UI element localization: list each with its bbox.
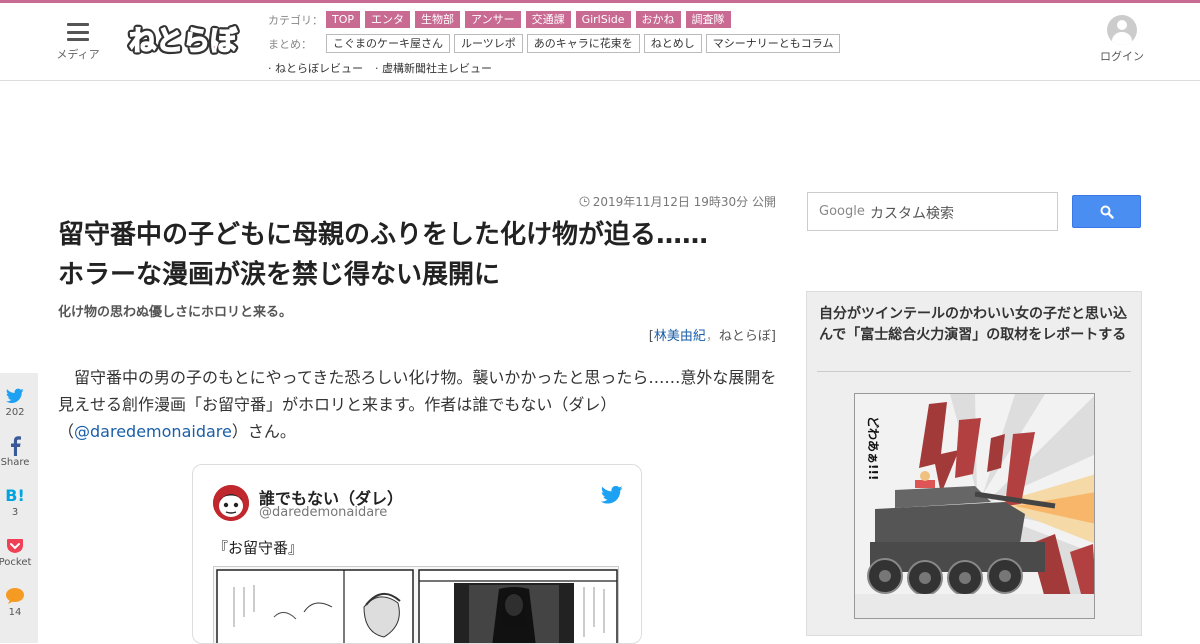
share-facebook[interactable]: Share — [0, 436, 38, 469]
share-hatena-count: 3 — [11, 507, 19, 518]
matome-machinery[interactable]: マシーナリーともコラム — [705, 34, 841, 53]
byline-separator: ， — [705, 329, 719, 344]
matome-row: まとめ： こぐまのケーキ屋さん ルーツレポ あのキャラに花束を ねとめし マシー… — [268, 33, 1068, 54]
manga-sfx-text: どわあぁ!!! — [866, 416, 880, 480]
author-twitter-link[interactable]: @daredemonaidare — [74, 422, 232, 441]
user-avatar-icon — [1107, 15, 1137, 45]
tweet-author-handle[interactable]: @daredemonaidare — [259, 505, 387, 520]
share-pocket-label: Pocket — [0, 557, 32, 568]
menu-button[interactable]: メディア — [55, 21, 101, 65]
tweet-text: 『お留守番』 — [213, 539, 304, 557]
hamburger-icon — [67, 23, 89, 41]
login-button[interactable]: ログイン — [1096, 15, 1148, 64]
sidebar-divider — [817, 371, 1131, 372]
share-twitter-count: 202 — [5, 407, 25, 418]
share-twitter[interactable]: 202 — [0, 386, 38, 419]
search-placeholder: カスタム検索 — [870, 206, 954, 222]
share-comments[interactable]: 14 — [0, 586, 38, 619]
matome-label: まとめ： — [268, 37, 312, 51]
tweet-manga-image[interactable] — [213, 566, 619, 643]
category-seibutsubu[interactable]: 生物部 — [415, 11, 461, 28]
matome-netomeshi[interactable]: ねとめし — [643, 34, 702, 53]
site-header: メディア ねとらぼ ねとらぼ カテゴリ： TOP エンタ 生物部 アンサー 交通… — [0, 3, 1200, 81]
twitter-icon — [6, 388, 24, 403]
tank-manga-graphic: どわあぁ!!! — [855, 394, 1094, 618]
tweet-avatar-graphic — [213, 485, 249, 521]
matome-roots[interactable]: ルーツレポ — [454, 34, 523, 53]
matome-koguma[interactable]: こぐまのケーキ屋さん — [326, 34, 450, 53]
sidebar-feature-image[interactable]: どわあぁ!!! — [854, 393, 1095, 619]
pocket-icon — [7, 539, 23, 553]
search-icon — [1100, 205, 1114, 219]
hatena-bookmark-icon: B! — [5, 486, 25, 505]
global-nav: カテゴリ： TOP エンタ 生物部 アンサー 交通課 GirlSide おかね … — [268, 9, 1068, 81]
review-link-netorabo[interactable]: · ねとらぼレビュー — [268, 60, 363, 76]
article-title: 留守番中の子どもに母親のふりをした化け物が迫る…… ホラーな漫画が涙を禁じ得ない… — [58, 215, 778, 295]
review-row: · ねとらぼレビュー · 虚構新聞社主レビュー — [268, 57, 1068, 78]
category-answer[interactable]: アンサー — [465, 11, 521, 28]
category-enta[interactable]: エンタ — [365, 11, 411, 28]
comment-icon — [6, 588, 24, 604]
body-text-part2: ）さん。 — [231, 422, 296, 441]
twitter-icon[interactable] — [601, 485, 623, 505]
review-link-kyoko[interactable]: · 虚構新聞社主レビュー — [375, 60, 492, 76]
manga-panels-graphic — [214, 567, 618, 643]
category-girlside[interactable]: GirlSide — [575, 11, 631, 28]
search-button[interactable] — [1072, 195, 1141, 228]
clock-icon — [579, 196, 590, 207]
tweet-avatar[interactable] — [213, 485, 249, 521]
publish-date-text: 2019年11月12日 19時30分 公開 — [592, 195, 776, 209]
google-brand-label: Google — [819, 204, 865, 219]
menu-label: メディア — [56, 48, 100, 61]
category-top[interactable]: TOP — [326, 11, 361, 28]
search-input[interactable]: Google カスタム検索 — [807, 192, 1058, 231]
article-title-line1: 留守番中の子どもに母親のふりをした化け物が迫る…… — [58, 220, 709, 250]
category-chousatai[interactable]: 調査隊 — [685, 11, 731, 28]
byline: [林美由紀，ねとらぼ] — [400, 325, 776, 344]
category-row: カテゴリ： TOP エンタ 生物部 アンサー 交通課 GirlSide おかね … — [268, 9, 1068, 30]
facebook-icon — [11, 436, 21, 456]
article-subtitle: 化け物の思わぬ優しさにホロリと来る。 — [58, 305, 293, 320]
category-label: カテゴリ： — [268, 13, 323, 27]
sidebar-feature-article[interactable]: 自分がツインテールのかわいい女の子だと思い込んで「富士総合火力演習」の取材をレポ… — [806, 291, 1142, 636]
logo-graphic: ねとらぼ ねとらぼ — [126, 23, 241, 60]
byline-site: ねとらぼ — [718, 329, 771, 344]
category-koutsuka[interactable]: 交通課 — [525, 11, 571, 28]
category-okane[interactable]: おかね — [635, 11, 681, 28]
byline-bracket-close: ] — [770, 329, 776, 344]
share-comment-count: 14 — [8, 607, 22, 618]
share-pocket[interactable]: Pocket — [0, 536, 38, 569]
site-logo[interactable]: ねとらぼ ねとらぼ — [126, 15, 241, 65]
article-body: 留守番中の男の子のもとにやってきた恐ろしい化け物。襲いかかったと思ったら……意外… — [58, 364, 778, 445]
login-label: ログイン — [1100, 50, 1144, 63]
author-link[interactable]: 林美由紀 — [654, 329, 706, 344]
share-facebook-label: Share — [0, 457, 30, 468]
publish-date: 2019年11月12日 19時30分 公開 — [560, 193, 776, 210]
share-hatena[interactable]: B! 3 — [0, 486, 38, 519]
article-title-line2: ホラーな漫画が涙を禁じ得ない展開に — [58, 260, 501, 290]
svg-text:ねとらぼ: ねとらぼ — [129, 26, 238, 57]
sidebar-feature-title[interactable]: 自分がツインテールのかわいい女の子だと思い込んで「富士総合火力演習」の取材をレポ… — [819, 304, 1131, 346]
share-sidebar: 202 Share B! 3 Pocket 14 — [0, 373, 38, 643]
matome-hanataba[interactable]: あのキャラに花束を — [526, 34, 640, 53]
embedded-tweet[interactable]: 誰でもない（ダレ） @daredemonaidare 『お留守番』 — [192, 464, 642, 644]
